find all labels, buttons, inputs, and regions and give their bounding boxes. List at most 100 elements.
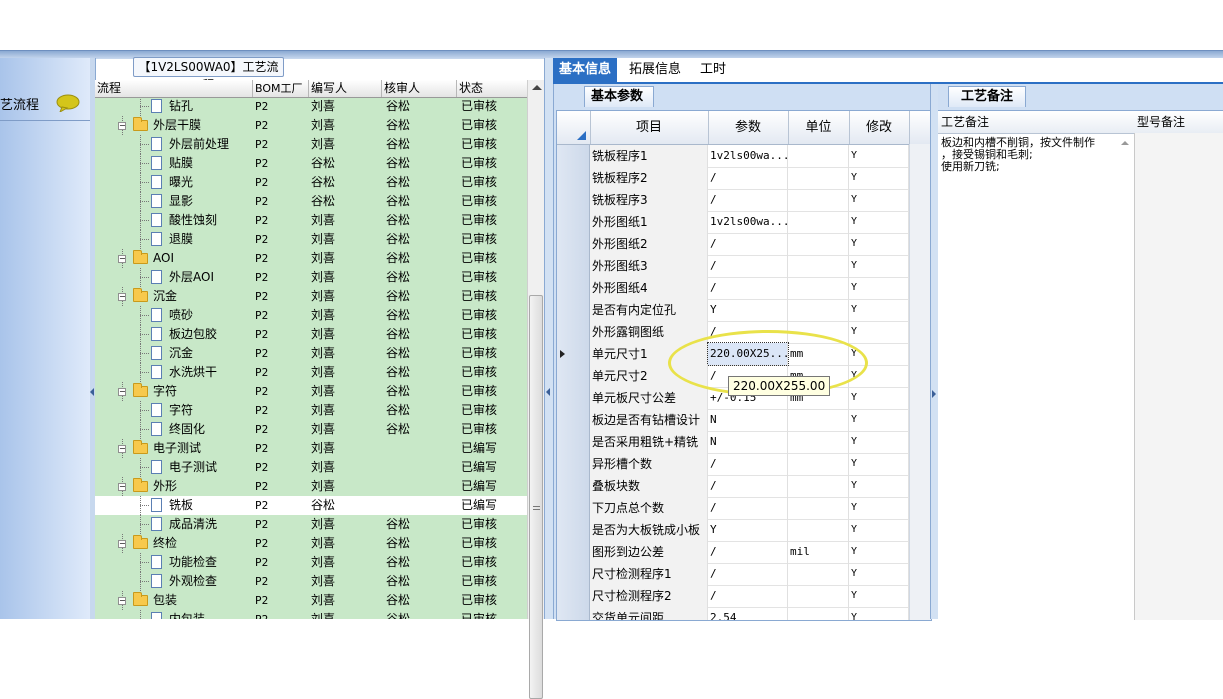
param-row[interactable]: 铣板程序3/ Y — [557, 189, 909, 212]
param-unit-cell[interactable] — [788, 409, 849, 431]
param-modify-cell[interactable]: Y — [849, 299, 909, 321]
tree-scrollbar[interactable] — [527, 80, 545, 699]
param-modify-cell[interactable]: Y — [849, 211, 909, 233]
tree-row[interactable]: 曝光 P2 谷松 谷松 已审核 — [95, 173, 527, 192]
param-modify-cell[interactable]: Y — [849, 563, 909, 585]
row-header[interactable] — [557, 387, 590, 409]
col-modify[interactable]: 修改 — [849, 111, 910, 144]
tree-row[interactable]: 功能检查 P2 刘喜 谷松 已审核 — [95, 553, 527, 572]
param-row[interactable]: 铣板程序2/ Y — [557, 167, 909, 190]
row-header[interactable] — [557, 431, 590, 453]
param-unit-cell[interactable] — [788, 563, 849, 585]
row-header[interactable] — [557, 277, 590, 299]
param-value-cell[interactable]: / — [708, 277, 788, 299]
row-header[interactable] — [557, 475, 590, 497]
param-value-cell[interactable]: N — [708, 409, 788, 431]
row-header[interactable] — [557, 563, 590, 585]
param-value-cell[interactable]: / — [708, 541, 788, 563]
param-row[interactable]: 外形图纸3/ Y — [557, 255, 909, 278]
param-value-cell[interactable]: / — [708, 563, 788, 585]
tree-row[interactable]: − 外形 P2 刘喜 已编写 — [95, 477, 527, 496]
param-unit-cell[interactable] — [788, 167, 849, 189]
param-modify-cell[interactable]: Y — [849, 475, 909, 497]
param-row[interactable]: 是否有内定位孔 Y Y — [557, 299, 909, 322]
tree-row[interactable]: 酸性蚀刻 P2 刘喜 谷松 已审核 — [95, 211, 527, 230]
left-nav-label[interactable]: 艺流程 — [0, 94, 39, 113]
row-header[interactable] — [557, 299, 590, 321]
tab-basic-params[interactable]: 基本参数 — [584, 86, 655, 107]
param-value-cell[interactable]: / — [708, 189, 788, 211]
tree-row[interactable]: 内包装 P2 刘喜 谷松 已审核 — [95, 610, 527, 619]
tree-row[interactable]: 贴膜 P2 谷松 谷松 已审核 — [95, 154, 527, 173]
col-item[interactable]: 项目 — [590, 111, 709, 144]
tab-basic-info[interactable]: 基本信息 — [553, 58, 618, 82]
param-row[interactable]: 铣板程序1 1v2ls00wa... Y — [557, 145, 909, 168]
tree-row[interactable]: − 字符 P2 刘喜 谷松 已审核 — [95, 382, 527, 401]
tree-row[interactable]: 电子测试 P2 刘喜 已编写 — [95, 458, 527, 477]
row-header[interactable] — [557, 409, 590, 431]
row-header[interactable] — [557, 519, 590, 541]
param-unit-cell[interactable] — [788, 431, 849, 453]
tree-row[interactable]: 钻孔 P2 刘喜 谷松 已审核 — [95, 97, 527, 116]
collapse-node-icon[interactable]: − — [118, 388, 126, 396]
param-value-cell[interactable]: / — [708, 475, 788, 497]
param-modify-cell[interactable]: Y — [849, 277, 909, 299]
model-notes-box[interactable] — [1134, 133, 1223, 620]
row-header[interactable] — [557, 497, 590, 519]
col-bom[interactable]: BOM工厂 — [253, 80, 309, 97]
scroll-up-icon[interactable] — [532, 85, 542, 90]
col-reviewer[interactable]: 核审人 — [382, 80, 457, 97]
row-header[interactable] — [557, 233, 590, 255]
tree-row[interactable]: 水洗烘干 P2 刘喜 谷松 已审核 — [95, 363, 527, 382]
collapse-node-icon[interactable]: − — [118, 597, 126, 605]
grid-scrollbar[interactable] — [909, 144, 931, 620]
param-unit-cell[interactable] — [788, 585, 849, 607]
collapse-node-icon[interactable]: − — [118, 445, 126, 453]
tree-row[interactable]: − AOI P2 刘喜 谷松 已审核 — [95, 249, 527, 268]
param-modify-cell[interactable]: Y — [849, 321, 909, 343]
param-value-cell[interactable]: / — [708, 167, 788, 189]
param-unit-cell[interactable] — [788, 233, 849, 255]
collapse-node-icon[interactable]: − — [118, 255, 126, 263]
collapse-node-icon[interactable]: − — [118, 122, 126, 130]
row-header[interactable] — [557, 321, 590, 343]
row-header[interactable] — [557, 167, 590, 189]
param-value-cell[interactable]: 1v2ls00wa... — [708, 145, 788, 167]
tree-row[interactable]: 字符 P2 刘喜 谷松 已审核 — [95, 401, 527, 420]
param-modify-cell[interactable]: Y — [849, 541, 909, 563]
param-row[interactable]: 尺寸检测程序1/ Y — [557, 563, 909, 586]
tree-row[interactable]: 退膜 P2 刘喜 谷松 已审核 — [95, 230, 527, 249]
tree-row[interactable]: 外层前处理 P2 刘喜 谷松 已审核 — [95, 135, 527, 154]
param-row[interactable]: 尺寸检测程序2/ Y — [557, 585, 909, 608]
param-unit-cell[interactable] — [788, 145, 849, 167]
param-value-cell[interactable]: N — [708, 431, 788, 453]
param-value-cell[interactable]: / — [708, 585, 788, 607]
col-writer[interactable]: 编写人 — [309, 80, 382, 97]
row-header[interactable] — [557, 365, 590, 387]
scroll-thumb[interactable] — [529, 295, 543, 699]
row-header[interactable] — [557, 585, 590, 607]
row-header[interactable] — [557, 145, 590, 167]
param-modify-cell[interactable]: Y — [849, 519, 909, 541]
param-value-cell[interactable]: / — [708, 497, 788, 519]
param-modify-cell[interactable]: Y — [849, 497, 909, 519]
col-process[interactable]: 流程 — [95, 80, 253, 97]
grid-corner[interactable] — [557, 111, 591, 144]
param-unit-cell[interactable] — [788, 189, 849, 211]
param-value-cell[interactable]: / — [708, 453, 788, 475]
param-row[interactable]: 外形图纸4/ Y — [557, 277, 909, 300]
row-header[interactable] — [557, 255, 590, 277]
collapse-node-icon[interactable]: − — [118, 483, 126, 491]
param-unit-cell[interactable] — [788, 255, 849, 277]
col-unit[interactable]: 单位 — [788, 111, 850, 144]
tree-row[interactable]: − 外层干膜 P2 刘喜 谷松 已审核 — [95, 116, 527, 135]
tree-row[interactable]: − 电子测试 P2 刘喜 已编写 — [95, 439, 527, 458]
row-header[interactable] — [557, 541, 590, 563]
param-value-cell[interactable]: / — [708, 233, 788, 255]
param-value-cell[interactable]: 1v2ls00wa... — [708, 211, 788, 233]
collapse-node-icon[interactable]: − — [118, 293, 126, 301]
notes-scrollbar[interactable] — [1120, 137, 1132, 618]
tree-row[interactable]: 成品清洗 P2 刘喜 谷松 已审核 — [95, 515, 527, 534]
param-modify-cell[interactable]: Y — [849, 409, 909, 431]
tree-row[interactable]: 沉金 P2 刘喜 谷松 已审核 — [95, 344, 527, 363]
